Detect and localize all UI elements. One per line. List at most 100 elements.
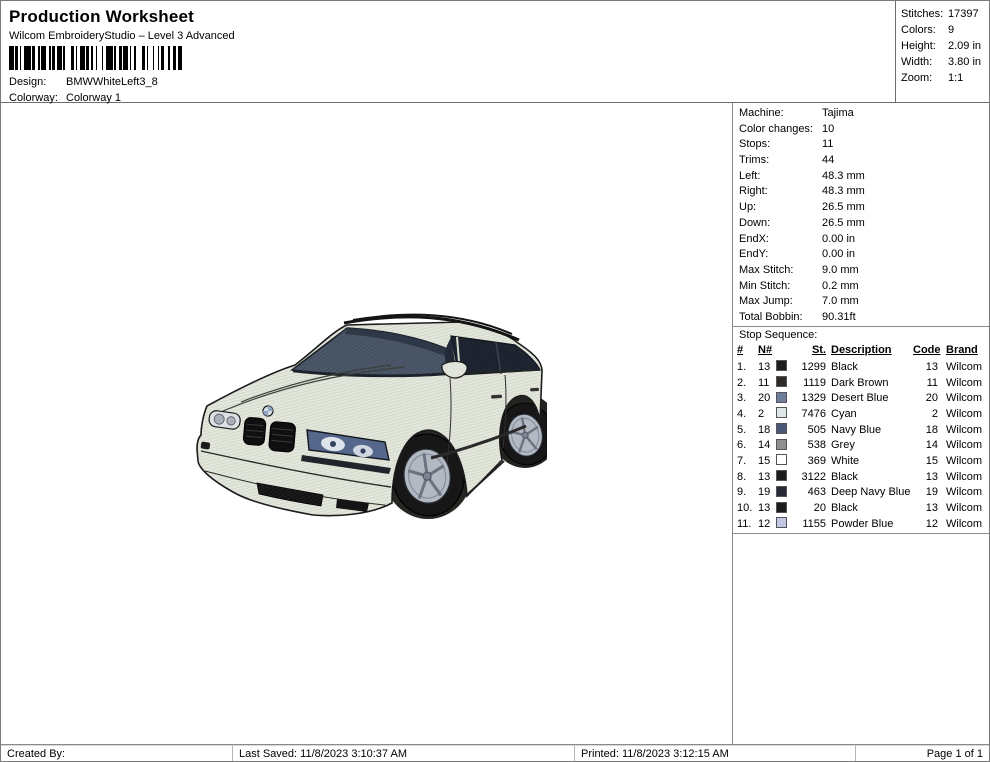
machine-info-row: Color changes: 10 bbox=[739, 122, 989, 138]
machine-info-row: Down: 26.5 mm bbox=[739, 216, 989, 232]
thread-code: 11 bbox=[926, 376, 938, 389]
machine-info-row-value: 26.5 mm bbox=[822, 201, 865, 214]
stop-sequence-row: 2. 11 1119 Dark Brown 11 Wilcom bbox=[737, 374, 989, 390]
machine-info-row: Min Stitch: 0.2 mm bbox=[739, 279, 989, 295]
machine-info-row-value: 7.0 mm bbox=[822, 295, 859, 308]
design-label: Design: bbox=[9, 76, 47, 88]
thread-description: Grey bbox=[831, 439, 855, 452]
design-stat: Zoom: 1:1 bbox=[901, 70, 989, 86]
thread-brand: Wilcom bbox=[946, 376, 983, 389]
machine-info-row-value: 9.0 mm bbox=[822, 263, 859, 276]
design-stat-label: Zoom: bbox=[901, 72, 933, 84]
stop-sequence-row: 3. 20 1329 Desert Blue 20 Wilcom bbox=[737, 390, 989, 406]
machine-info-row-label: EndY: bbox=[739, 248, 769, 261]
machine-info-row-value: 90.31ft bbox=[822, 310, 856, 323]
thread-color-swatch-chip bbox=[776, 454, 787, 466]
row-number: 1. bbox=[737, 360, 747, 373]
needle-number: 15 bbox=[758, 454, 771, 467]
machine-info-row-label: Down: bbox=[739, 216, 771, 229]
thread-brand: Wilcom bbox=[946, 407, 983, 420]
footer-last-saved: Last Saved: 11/8/2023 3:10:37 AM bbox=[233, 745, 575, 761]
stitch-count: 3122 bbox=[801, 470, 826, 483]
thread-code: 13 bbox=[925, 502, 938, 514]
machine-info-row: Left: 48.3 mm bbox=[739, 169, 989, 185]
stop-sequence-row: 11. 12 1155 Powder Blue 12 Wilcom bbox=[737, 515, 989, 531]
row-number: 8. bbox=[737, 470, 747, 483]
machine-info-row: Right: 48.3 mm bbox=[739, 184, 989, 200]
column-header: Brand bbox=[946, 343, 978, 356]
design-stat: Stitches: 17397 bbox=[901, 6, 989, 22]
row-number: 10. bbox=[737, 502, 753, 514]
row-number: 4. bbox=[737, 407, 747, 420]
thread-description: Dark Brown bbox=[831, 376, 889, 389]
thread-color-swatch-chip bbox=[776, 517, 787, 529]
machine-info-row-label: Stops: bbox=[739, 138, 771, 151]
design-row: Design: BMWWhiteLeft3_8 bbox=[9, 74, 887, 90]
design-stat-label: Width: bbox=[901, 56, 933, 68]
main: Machine: Tajima Color changes: 10 Stops: 11 Tr… bbox=[1, 103, 989, 744]
production-worksheet-page: Production Worksheet Wilcom EmbroiderySt… bbox=[0, 0, 990, 762]
stop-sequence-row: 6. 14 538 Grey 14 Wilcom bbox=[737, 437, 989, 453]
machine-info-row-value: 11 bbox=[822, 138, 834, 151]
row-number: 7. bbox=[737, 454, 747, 467]
machine-info-row-label: Up: bbox=[739, 201, 757, 214]
design-stat-value: 17397 bbox=[948, 8, 979, 20]
machine-info-row-value: 0.00 in bbox=[822, 248, 856, 261]
stitch-count: 505 bbox=[807, 423, 826, 436]
machine-info-row-label: Max Jump: bbox=[739, 295, 793, 308]
header: Production Worksheet Wilcom EmbroiderySt… bbox=[1, 1, 989, 104]
column-header: Code bbox=[913, 343, 941, 356]
design-stat-value: 9 bbox=[948, 24, 955, 36]
thread-brand: Wilcom bbox=[946, 486, 983, 499]
machine-info-row-value: 48.3 mm bbox=[822, 185, 865, 198]
needle-number: 14 bbox=[758, 439, 771, 452]
machine-info-row-label: Machine: bbox=[739, 107, 784, 119]
thread-brand: Wilcom bbox=[946, 470, 983, 483]
footer: Created By: Last Saved: 11/8/2023 3:10:3… bbox=[1, 744, 989, 761]
machine-info-row: Max Stitch: 9.0 mm bbox=[739, 263, 989, 279]
machine-info-row-label: Trims: bbox=[739, 154, 770, 167]
needle-number: 13 bbox=[758, 470, 771, 483]
design-stat: Width: 3.80 in bbox=[901, 54, 989, 70]
thread-code: 2 bbox=[931, 407, 938, 420]
machine-info-row-value: 26.5 mm bbox=[822, 216, 865, 229]
thread-brand: Wilcom bbox=[946, 392, 983, 405]
stitch-count: 7476 bbox=[801, 407, 826, 420]
thread-color-swatch-chip bbox=[776, 391, 787, 403]
stitch-count: 20 bbox=[813, 502, 826, 514]
thread-color-swatch bbox=[776, 515, 793, 534]
design-stats-box: Stitches: 17397 Colors: 9 Height: 2.09 in Widt… bbox=[895, 1, 989, 102]
thread-brand: Wilcom bbox=[946, 360, 983, 373]
thread-color-swatch-chip bbox=[776, 407, 787, 419]
row-number: 2. bbox=[737, 376, 747, 389]
design-value: BMWWhiteLeft3_8 bbox=[66, 76, 158, 88]
stop-sequence-row: 10. 13 20 Black 13 Wilcom bbox=[737, 500, 989, 516]
machine-info-row: Trims: 44 bbox=[739, 153, 989, 169]
row-number: 9. bbox=[737, 486, 747, 499]
needle-number: 13 bbox=[758, 360, 771, 373]
thread-description: Powder Blue bbox=[831, 517, 894, 530]
stop-sequence-row: 9. 19 463 Deep Navy Blue 19 Wilcom bbox=[737, 484, 989, 500]
thread-code: 13 bbox=[925, 360, 938, 373]
stitch-count: 1299 bbox=[801, 360, 826, 373]
thread-color-swatch-chip bbox=[776, 485, 787, 497]
bmw-roundel-icon bbox=[262, 405, 274, 417]
machine-info-row: Up: 26.5 mm bbox=[739, 200, 989, 216]
stop-sequence-table-body: 1. 13 1299 Black 13 Wilcom 2. 11 1119 Dark Brown 1… bbox=[737, 358, 989, 531]
machine-info-row-label: Left: bbox=[739, 169, 761, 182]
footer-printed: Printed: 11/8/2023 3:12:15 AM bbox=[575, 745, 856, 761]
machine-info-row: Total Bobbin: 90.31ft bbox=[739, 310, 989, 326]
thread-brand: Wilcom bbox=[946, 502, 983, 514]
machine-info-row-label: Min Stitch: bbox=[739, 279, 791, 292]
thread-brand: Wilcom bbox=[946, 517, 983, 530]
design-stat: Height: 2.09 in bbox=[901, 38, 989, 54]
thread-description: Deep Navy Blue bbox=[831, 486, 911, 499]
design-stat-value: 2.09 in bbox=[948, 40, 982, 52]
machine-info-row-value: 48.3 mm bbox=[822, 169, 865, 182]
design-stat-value: 3.80 in bbox=[948, 56, 982, 68]
column-header: # bbox=[737, 343, 744, 356]
machine-info-row-label: Total Bobbin: bbox=[739, 310, 803, 323]
thread-code: 14 bbox=[925, 439, 938, 452]
machine-info-row: Machine: Tajima bbox=[739, 106, 989, 122]
thread-brand: Wilcom bbox=[946, 454, 983, 467]
